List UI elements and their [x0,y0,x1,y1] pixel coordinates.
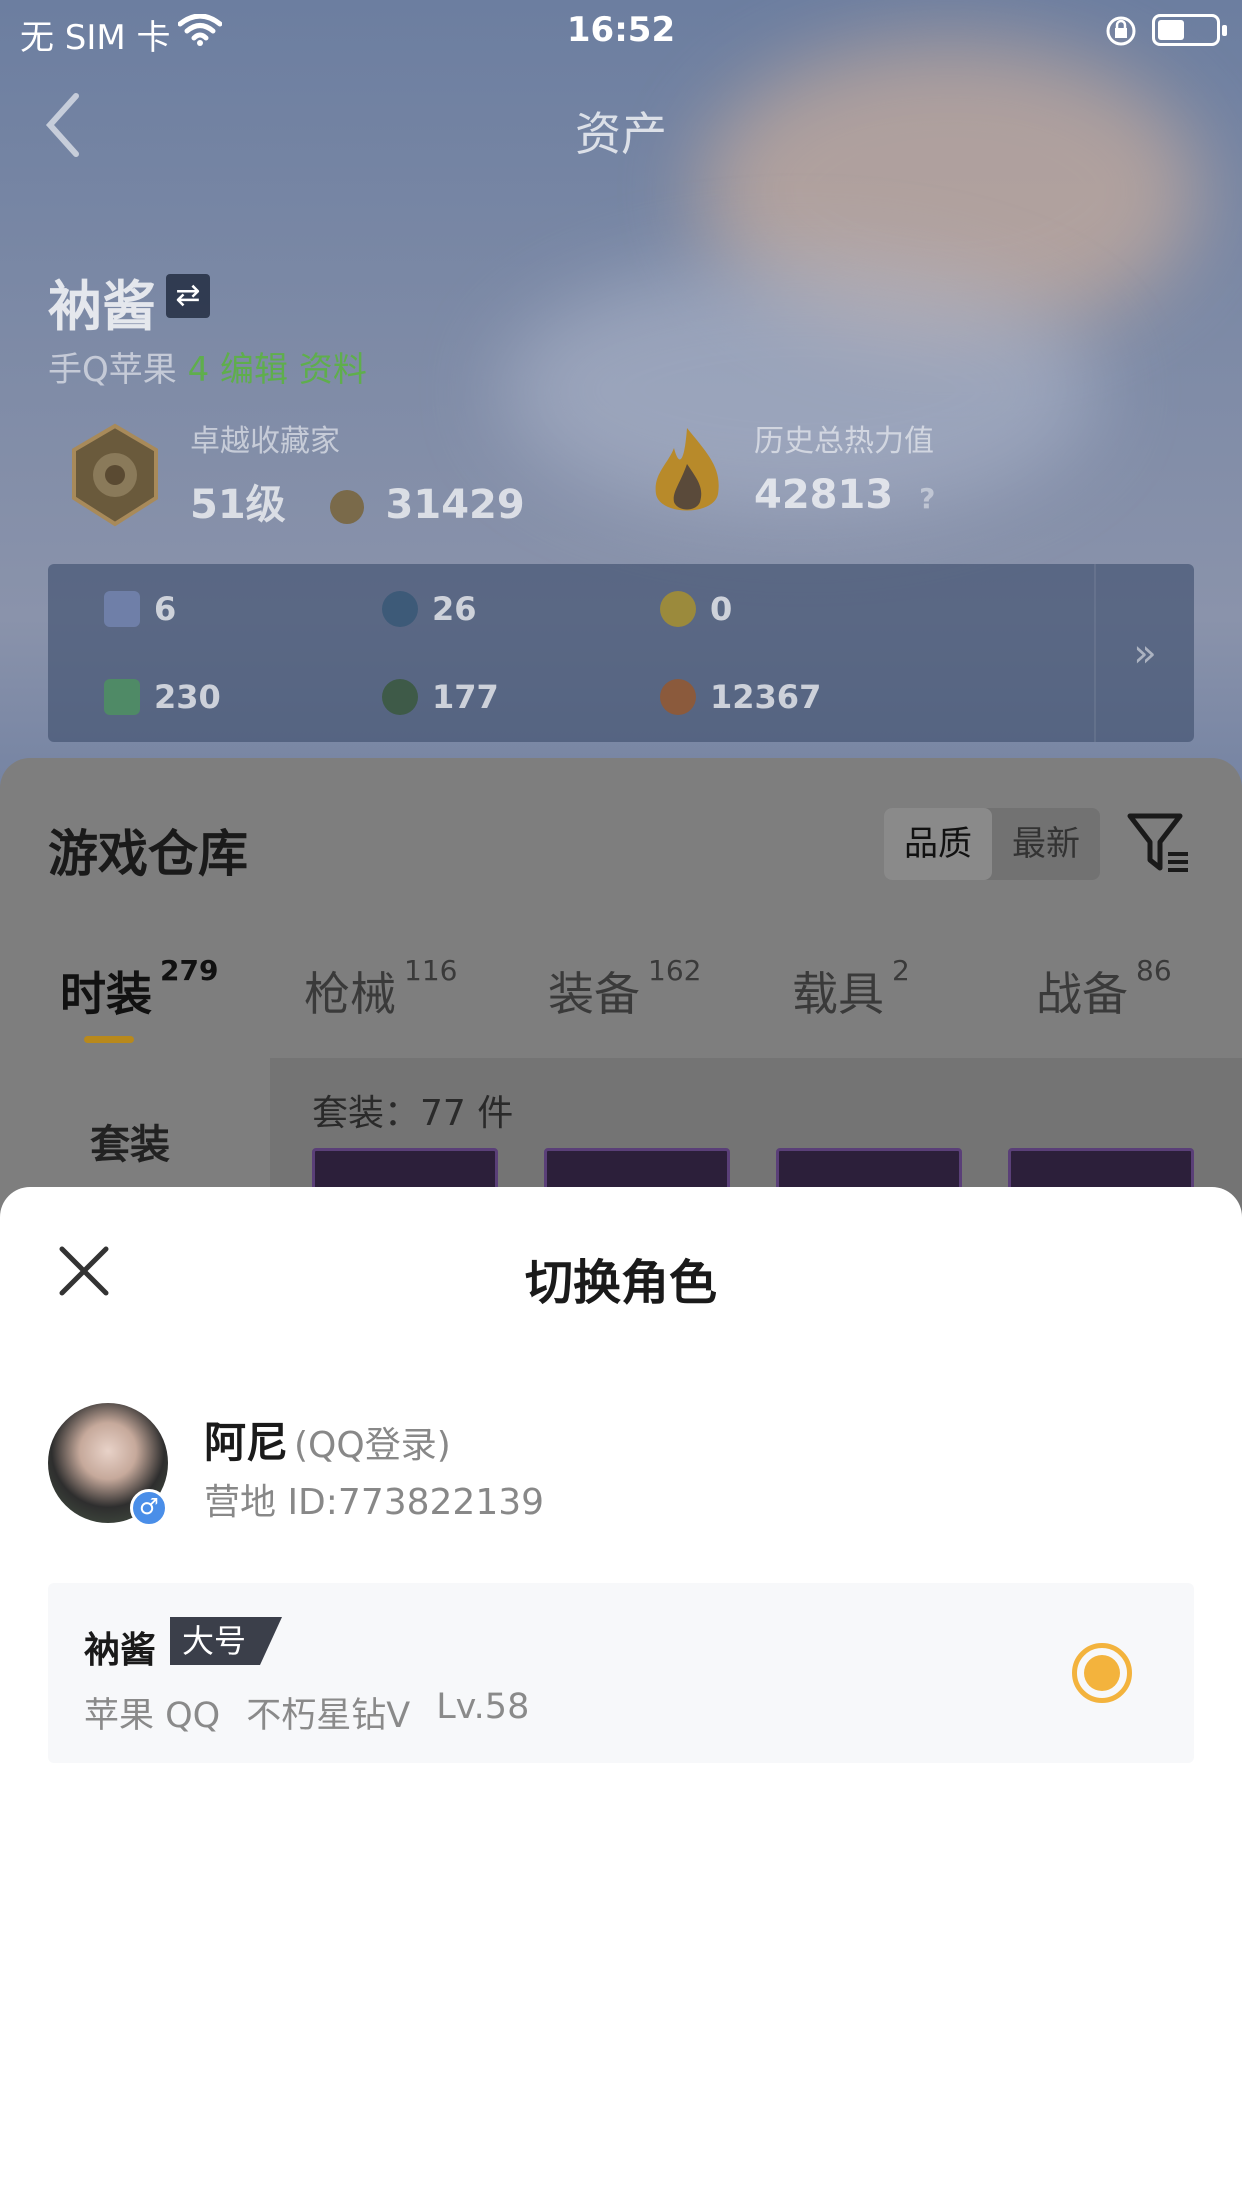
role-level: Lv.58 [436,1687,530,1727]
screen: 无 SIM 卡 16:52 资产 衲酱 ⇄ 手Q苹果 4 编辑 资料 卓越收藏家… [0,0,1242,2208]
role-card[interactable]: 衲酱 大号 苹果 QQ 不朽星钻Ⅴ Lv.58 [48,1583,1194,1763]
role-rank: 不朽星钻Ⅴ [246,1696,411,1736]
user-name-text: 阿尼 [204,1418,289,1467]
main-account-badge: 大号 [170,1617,282,1665]
user-name: 阿尼 (QQ登录) [204,1409,451,1470]
selected-radio[interactable] [1072,1643,1132,1703]
role-info: 苹果 QQ 不朽星钻Ⅴ Lv.58 [84,1687,529,1738]
gender-male-icon: ♂ [130,1489,168,1527]
role-platform: 苹果 QQ [84,1696,221,1736]
sheet-title: 切换角色 [524,1255,717,1311]
switch-role-sheet: 切换角色 ♂ 阿尼 (QQ登录) 营地 ID:773822139 衲酱 大号 苹果… [0,1187,1242,2208]
role-name: 衲酱 [84,1630,157,1671]
login-type: (QQ登录) [294,1425,451,1466]
camp-id: 营地 ID:773822139 [204,1482,545,1523]
